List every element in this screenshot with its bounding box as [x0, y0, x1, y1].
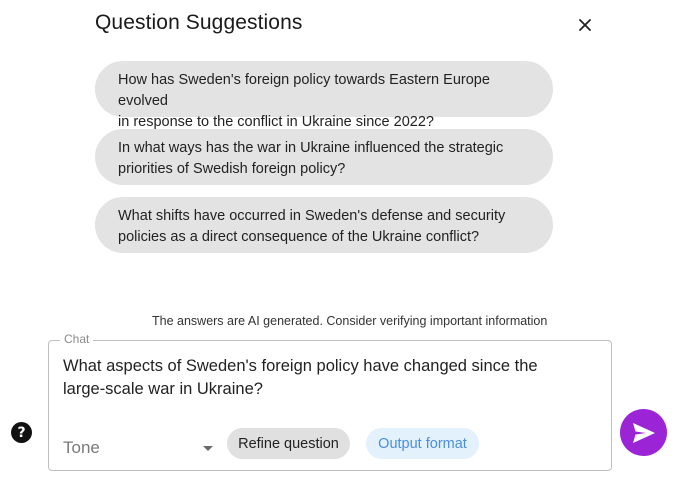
chat-legend: Chat: [60, 332, 94, 346]
tone-select[interactable]: Tone: [63, 436, 215, 460]
suggestion-line: How has Sweden's foreign policy towards …: [118, 72, 490, 109]
question-mark-icon: ?: [17, 424, 26, 441]
output-format-button[interactable]: Output format: [366, 428, 479, 459]
suggestion-line: What shifts have occurred in Sweden's de…: [118, 208, 506, 224]
suggestion-line: policies as a direct consequence of the …: [118, 229, 480, 245]
tone-placeholder: Tone: [63, 438, 100, 457]
send-button[interactable]: [620, 409, 667, 456]
page-title: Question Suggestions: [95, 11, 303, 34]
refine-question-button[interactable]: Refine question: [227, 428, 350, 459]
suggestion-chip[interactable]: In what ways has the war in Ukraine infl…: [95, 129, 553, 185]
suggestion-line: priorities of Swedish foreign policy?: [118, 161, 346, 177]
suggestion-line: In what ways has the war in Ukraine infl…: [118, 140, 504, 156]
chevron-down-icon: [203, 445, 213, 451]
ai-disclaimer: The answers are AI generated. Consider v…: [152, 314, 548, 328]
question-suggestions-panel: Question Suggestions How has Sweden's fo…: [0, 0, 688, 478]
close-button[interactable]: [574, 14, 596, 36]
chat-input-line: What aspects of Sweden's foreign policy …: [63, 357, 538, 375]
chat-input[interactable]: What aspects of Sweden's foreign policy …: [63, 355, 583, 401]
help-button[interactable]: ?: [11, 422, 32, 443]
close-icon: [579, 19, 591, 31]
chat-input-line: large-scale war in Ukraine?: [63, 380, 263, 398]
suggestion-chip[interactable]: What shifts have occurred in Sweden's de…: [95, 197, 553, 253]
send-icon: [632, 422, 655, 443]
suggestion-chip[interactable]: How has Sweden's foreign policy towards …: [95, 61, 553, 130]
